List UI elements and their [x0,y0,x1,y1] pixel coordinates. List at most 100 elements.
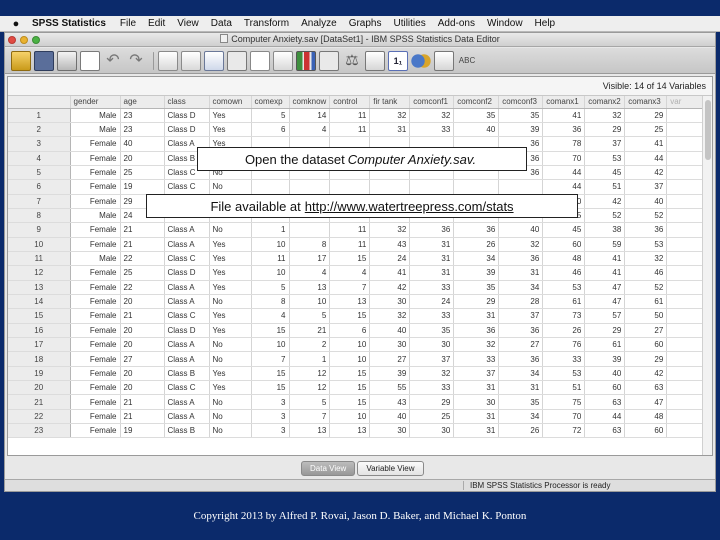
row-number[interactable]: 23 [8,423,71,439]
data-cell[interactable]: Female [70,423,121,439]
row-number[interactable]: 1 [8,108,71,123]
data-cell[interactable]: Female [70,366,121,382]
data-cell[interactable]: 19 [120,179,165,195]
column-header-comconf3[interactable]: comconf3 [498,96,544,109]
data-cell[interactable]: 27 [498,337,544,353]
data-cell[interactable]: 3 [251,409,290,425]
data-cell[interactable]: 28 [498,294,544,310]
data-cell[interactable]: Yes [209,237,252,252]
data-cell[interactable]: 61 [624,294,668,310]
data-cell[interactable]: 13 [329,294,371,310]
row-number[interactable]: 14 [8,294,71,310]
data-cell[interactable]: Female [70,351,121,367]
data-cell[interactable]: 8 [251,294,290,310]
data-cell[interactable]: 21 [120,222,165,238]
data-cell[interactable]: 22 [120,251,165,267]
row-number[interactable]: 18 [8,351,71,367]
data-cell[interactable]: 10 [251,237,290,252]
data-cell[interactable]: 36 [624,222,668,238]
data-cell[interactable]: Class A [164,351,210,367]
empty-var-cell[interactable] [666,337,706,353]
row-number[interactable]: 12 [8,265,71,281]
tab-variable-view[interactable]: Variable View [357,461,424,476]
data-cell[interactable]: 35 [409,323,455,339]
data-cell[interactable]: 45 [542,222,586,238]
data-cell[interactable]: 59 [584,237,626,252]
data-cell[interactable]: 4 [289,122,331,138]
data-cell[interactable]: 5 [289,394,331,410]
data-cell[interactable]: 3 [251,394,290,410]
data-cell[interactable]: 11 [329,122,371,138]
empty-var-cell[interactable] [666,151,706,166]
data-cell[interactable]: 32 [409,108,455,123]
data-cell[interactable]: 36 [453,323,500,339]
data-cell[interactable]: 20 [120,323,165,339]
empty-var-cell[interactable] [666,108,706,123]
data-cell[interactable]: 25 [120,165,165,181]
data-cell[interactable]: 38 [584,222,626,238]
data-cell[interactable]: 15 [251,380,290,396]
data-cell[interactable]: 34 [498,280,544,295]
data-cell[interactable]: 75 [542,394,586,410]
column-header-comknow[interactable]: comknow [289,96,331,109]
data-cell[interactable]: 40 [624,194,668,209]
data-cell[interactable]: Class A [164,237,210,252]
data-cell[interactable]: 63 [584,394,626,410]
split-file-icon[interactable] [319,50,339,71]
data-cell[interactable]: Class A [164,222,210,238]
window-titlebar[interactable]: Computer Anxiety.sav [DataSet1] - IBM SP… [5,33,715,47]
data-cell[interactable]: Class A [164,394,210,410]
data-cell[interactable]: Female [70,280,121,295]
data-cell[interactable]: 36 [498,251,544,267]
data-cell[interactable]: 33 [409,280,455,295]
row-number[interactable]: 13 [8,280,71,295]
data-cell[interactable]: 52 [584,208,626,224]
data-cell[interactable]: 40 [369,409,411,425]
value-labels-icon[interactable]: 1₁ [388,50,408,71]
data-cell[interactable]: 31 [409,265,455,281]
data-cell[interactable]: Class A [164,280,210,295]
data-cell[interactable]: Female [70,409,121,425]
data-cell[interactable]: Female [70,294,121,310]
data-cell[interactable]: 33 [453,351,500,367]
row-number[interactable]: 10 [8,237,71,252]
column-header-fir-tank[interactable]: fir tank [369,96,411,109]
insert-cases-icon[interactable] [273,50,293,71]
data-cell[interactable]: Class B [164,423,210,439]
data-cell[interactable]: Class B [164,366,210,382]
menu-window[interactable]: Window [487,18,523,29]
empty-var-cell[interactable] [666,122,706,138]
data-cell[interactable]: 60 [624,337,668,353]
data-cell[interactable]: 39 [584,351,626,367]
data-cell[interactable]: 20 [120,337,165,353]
data-cell[interactable]: 48 [542,251,586,267]
data-cell[interactable]: 10 [251,337,290,353]
data-cell[interactable]: 53 [584,151,626,166]
data-cell[interactable]: 26 [453,237,500,252]
weight-cases-icon[interactable]: ⚖ [342,51,362,71]
data-cell[interactable]: 25 [120,265,165,281]
row-number[interactable]: 15 [8,308,71,324]
menu-view[interactable]: View [177,18,199,29]
data-cell[interactable]: Female [70,136,121,152]
empty-var-cell[interactable] [666,366,706,382]
data-cell[interactable]: 48 [624,409,668,425]
data-cell[interactable]: 41 [369,265,411,281]
data-cell[interactable]: 27 [369,351,411,367]
data-cell[interactable]: 17 [289,251,331,267]
data-cell[interactable]: 15 [329,380,371,396]
data-cell[interactable]: No [209,337,252,353]
data-cell[interactable]: 40 [369,323,411,339]
data-cell[interactable]: 33 [409,308,455,324]
data-cell[interactable]: 20 [120,294,165,310]
data-cell[interactable]: 63 [584,423,626,439]
data-cell[interactable]: 53 [542,280,586,295]
data-cell[interactable]: 35 [498,108,544,123]
data-cell[interactable]: 10 [329,351,371,367]
column-header-age[interactable]: age [120,96,165,109]
data-cell[interactable]: 40 [498,222,544,238]
data-cell[interactable]: 6 [251,122,290,138]
data-cell[interactable]: 22 [120,280,165,295]
data-cell[interactable]: Male [70,208,121,224]
data-cell[interactable]: 13 [329,423,371,439]
